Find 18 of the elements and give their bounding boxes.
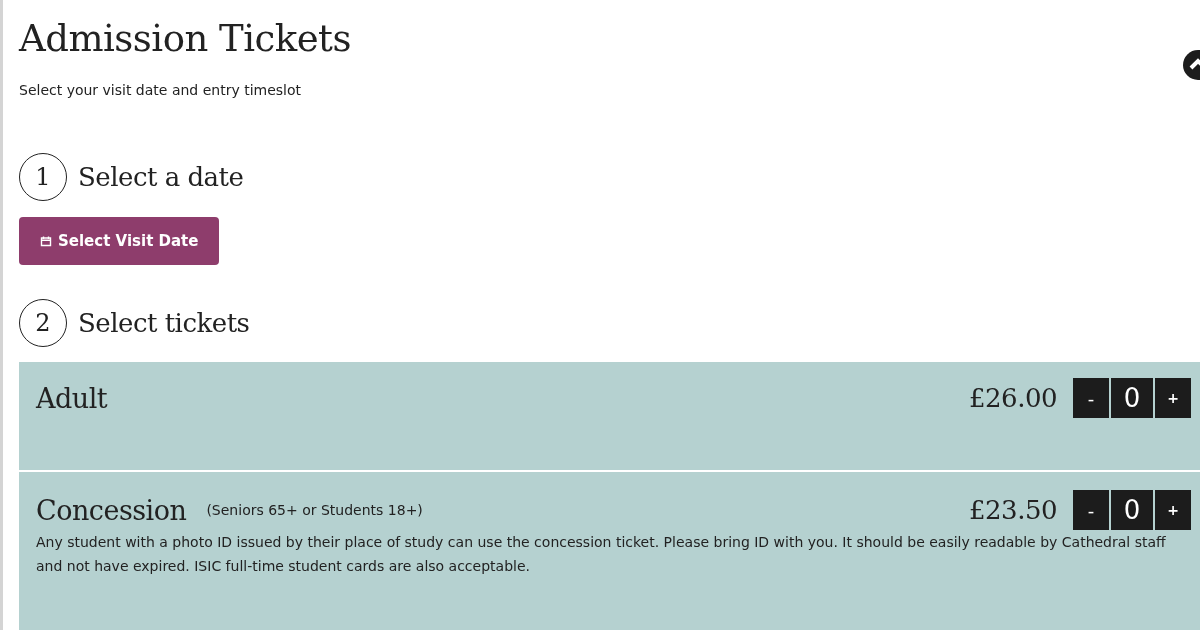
quantity-field[interactable]: 0	[1111, 378, 1153, 418]
ticket-name: Concession	[36, 494, 187, 526]
decrease-button[interactable]: -	[1073, 490, 1109, 530]
decrease-button[interactable]: -	[1073, 378, 1109, 418]
page-subtitle: Select your visit date and entry timeslot	[19, 81, 302, 100]
page-title: Admission Tickets	[19, 16, 352, 62]
step-heading: Select tickets	[78, 308, 250, 338]
increase-button[interactable]: +	[1155, 490, 1191, 530]
ticket-name: Adult	[36, 382, 108, 414]
ticket-price: £23.50	[969, 495, 1057, 525]
select-date-button[interactable]: Select Visit Date	[19, 217, 220, 265]
ticket-price: £26.00	[969, 383, 1057, 413]
calendar-icon	[40, 235, 52, 247]
quantity-field[interactable]: 0	[1111, 490, 1153, 530]
ticket-description: Any student with a photo ID issued by their place of study can use the concession ticket. Please bring ID with you. It should be easily readable by Cathedral staff and not have expired. ISIC full-time student cards are also acceptable.	[36, 533, 1167, 576]
step-heading: Select a date	[78, 162, 244, 192]
increase-button[interactable]: +	[1155, 378, 1191, 418]
ticket-note: (Seniors 65+ or Students 18+)	[206, 502, 423, 518]
